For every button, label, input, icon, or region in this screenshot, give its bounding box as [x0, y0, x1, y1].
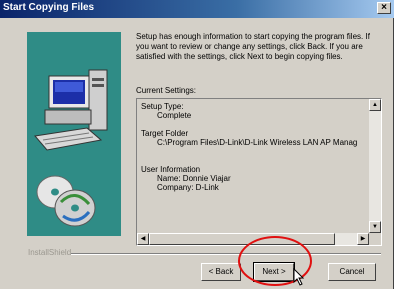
user-company: Company: D-Link [157, 183, 219, 192]
setup-description: Setup has enough information to start co… [136, 32, 370, 61]
user-name: Name: Donnie Viajar [157, 174, 231, 183]
setup-artwork-panel [27, 32, 121, 236]
window-title: Start Copying Files [3, 2, 95, 13]
setup-type-label: Setup Type: [141, 102, 184, 111]
scrollbar-corner [369, 233, 381, 245]
horizontal-scroll-thumb[interactable] [149, 233, 335, 245]
mouse-cursor-icon [293, 268, 305, 286]
vertical-scrollbar[interactable]: ▲ ▼ [369, 99, 381, 233]
cd-disc-icon [36, 175, 96, 227]
scroll-right-icon[interactable]: ▶ [357, 233, 369, 245]
setup-type-value: Complete [157, 111, 192, 120]
computer-illustration [34, 69, 108, 227]
footer-divider [71, 253, 381, 255]
setup-dialog: Start Copying Files × Setup has enough i… [0, 0, 394, 289]
current-settings-box: Setup Type: Complete Target Folder C:\Pr… [136, 98, 382, 246]
target-folder-value: C:\Program Files\D-Link\D-Link Wireless … [157, 138, 358, 147]
scroll-down-icon[interactable]: ▼ [369, 221, 381, 233]
title-bar: Start Copying Files × [0, 0, 394, 18]
installshield-brand: InstallShield [28, 248, 72, 257]
user-info-label: User Information [141, 165, 201, 174]
close-icon[interactable]: × [377, 2, 391, 14]
back-button[interactable]: < Back [201, 263, 241, 281]
target-folder-label: Target Folder [141, 129, 189, 138]
settings-text: Setup Type: Complete Target Folder C:\Pr… [138, 100, 368, 232]
scroll-up-icon[interactable]: ▲ [369, 99, 381, 111]
cancel-button[interactable]: Cancel [328, 263, 376, 281]
scroll-left-icon[interactable]: ◀ [137, 233, 149, 245]
current-settings-label: Current Settings: [136, 86, 197, 95]
